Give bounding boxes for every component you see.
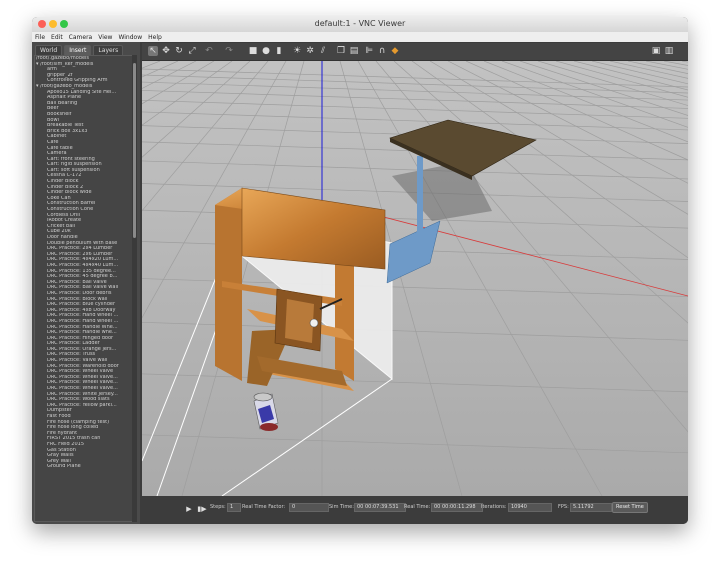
- model-tree-scrollbar[interactable]: [132, 55, 137, 522]
- point-light-icon[interactable]: ☀: [292, 46, 302, 56]
- fps-label: FPS:: [558, 504, 569, 510]
- sim-time-label: Sim Time:: [329, 504, 354, 510]
- cylinder-shape-icon[interactable]: ▮: [274, 46, 284, 56]
- model-tree-item[interactable]: Ground Plane: [35, 464, 132, 470]
- paste-icon[interactable]: ▤: [349, 46, 359, 56]
- left-panel: World Insert Layers /root/.gazebo/models…: [32, 42, 140, 524]
- real-time-value: 00 00:00:11.298: [431, 503, 483, 512]
- tab-layers[interactable]: Layers: [93, 45, 124, 55]
- translate-mode-icon[interactable]: ✥: [161, 46, 171, 56]
- step-icon[interactable]: ▮▶: [197, 504, 207, 514]
- menu-view[interactable]: View: [98, 34, 112, 41]
- iterations-value: 10940: [508, 503, 552, 512]
- snap-icon[interactable]: ∩: [377, 46, 387, 56]
- copy-icon[interactable]: ❐: [336, 46, 346, 56]
- steps-field[interactable]: 1: [227, 503, 241, 512]
- log-icon[interactable]: ▥: [664, 46, 674, 56]
- select-mode-icon[interactable]: ↖: [148, 46, 158, 56]
- vnc-window: default:1 - VNC Viewer File Edit Camera …: [32, 17, 688, 524]
- undo-icon[interactable]: ↶: [204, 46, 214, 56]
- real-time-factor-value: 0: [289, 503, 329, 512]
- title-bar: default:1 - VNC Viewer: [32, 17, 688, 33]
- menu-camera[interactable]: Camera: [69, 34, 93, 41]
- sphere-shape-icon[interactable]: ●: [261, 46, 271, 56]
- box-shape-icon[interactable]: ■: [248, 46, 258, 56]
- screenshot-icon[interactable]: ▣: [651, 46, 661, 56]
- panel-tabs: World Insert Layers: [35, 45, 124, 55]
- iterations-label: Iterations:: [481, 504, 507, 510]
- menu-help[interactable]: Help: [148, 34, 162, 41]
- menu-edit[interactable]: Edit: [51, 34, 63, 41]
- view-angle-icon[interactable]: ◆: [390, 46, 400, 56]
- reset-time-button[interactable]: Reset Time: [612, 502, 648, 513]
- scrollbar-thumb[interactable]: [133, 63, 136, 238]
- status-bar: ▶ ▮▶ Steps: 1 Real Time Factor: 0 Sim Ti…: [142, 496, 688, 524]
- tab-insert[interactable]: Insert: [64, 45, 92, 55]
- menu-window[interactable]: Window: [118, 34, 142, 41]
- scene-viewport[interactable]: [142, 61, 688, 496]
- spot-light-icon[interactable]: ✲: [305, 46, 315, 56]
- align-icon[interactable]: ⊫: [364, 46, 374, 56]
- scene-toolbar: ↖ ✥ ↻ ⤢ ↶ ↷ ■ ● ▮ ☀ ✲ ⫽ ❐ ▤ ⊫ ∩ ◆ ▣ ▥: [142, 43, 688, 61]
- fps-value: 5.11792: [570, 503, 612, 512]
- real-time-factor-label: Real Time Factor:: [242, 504, 286, 510]
- scene-3d-render[interactable]: [142, 61, 688, 496]
- rotate-mode-icon[interactable]: ↻: [174, 46, 184, 56]
- real-time-label: Real Time:: [404, 504, 431, 510]
- sim-time-value: 00 00:07:39.531: [354, 503, 406, 512]
- menu-bar: File Edit Camera View Window Help: [32, 32, 688, 42]
- scale-mode-icon[interactable]: ⤢: [187, 46, 197, 56]
- model-tree[interactable]: /root/.gazebo/models ▾ /root/sim_ker_mode…: [34, 55, 133, 522]
- tab-world[interactable]: World: [35, 45, 63, 55]
- menu-file[interactable]: File: [35, 34, 45, 41]
- play-icon[interactable]: ▶: [184, 504, 194, 514]
- redo-icon[interactable]: ↷: [224, 46, 234, 56]
- window-title: default:1 - VNC Viewer: [314, 19, 406, 28]
- directional-light-icon[interactable]: ⫽: [318, 46, 328, 56]
- steps-label: Steps:: [210, 504, 226, 510]
